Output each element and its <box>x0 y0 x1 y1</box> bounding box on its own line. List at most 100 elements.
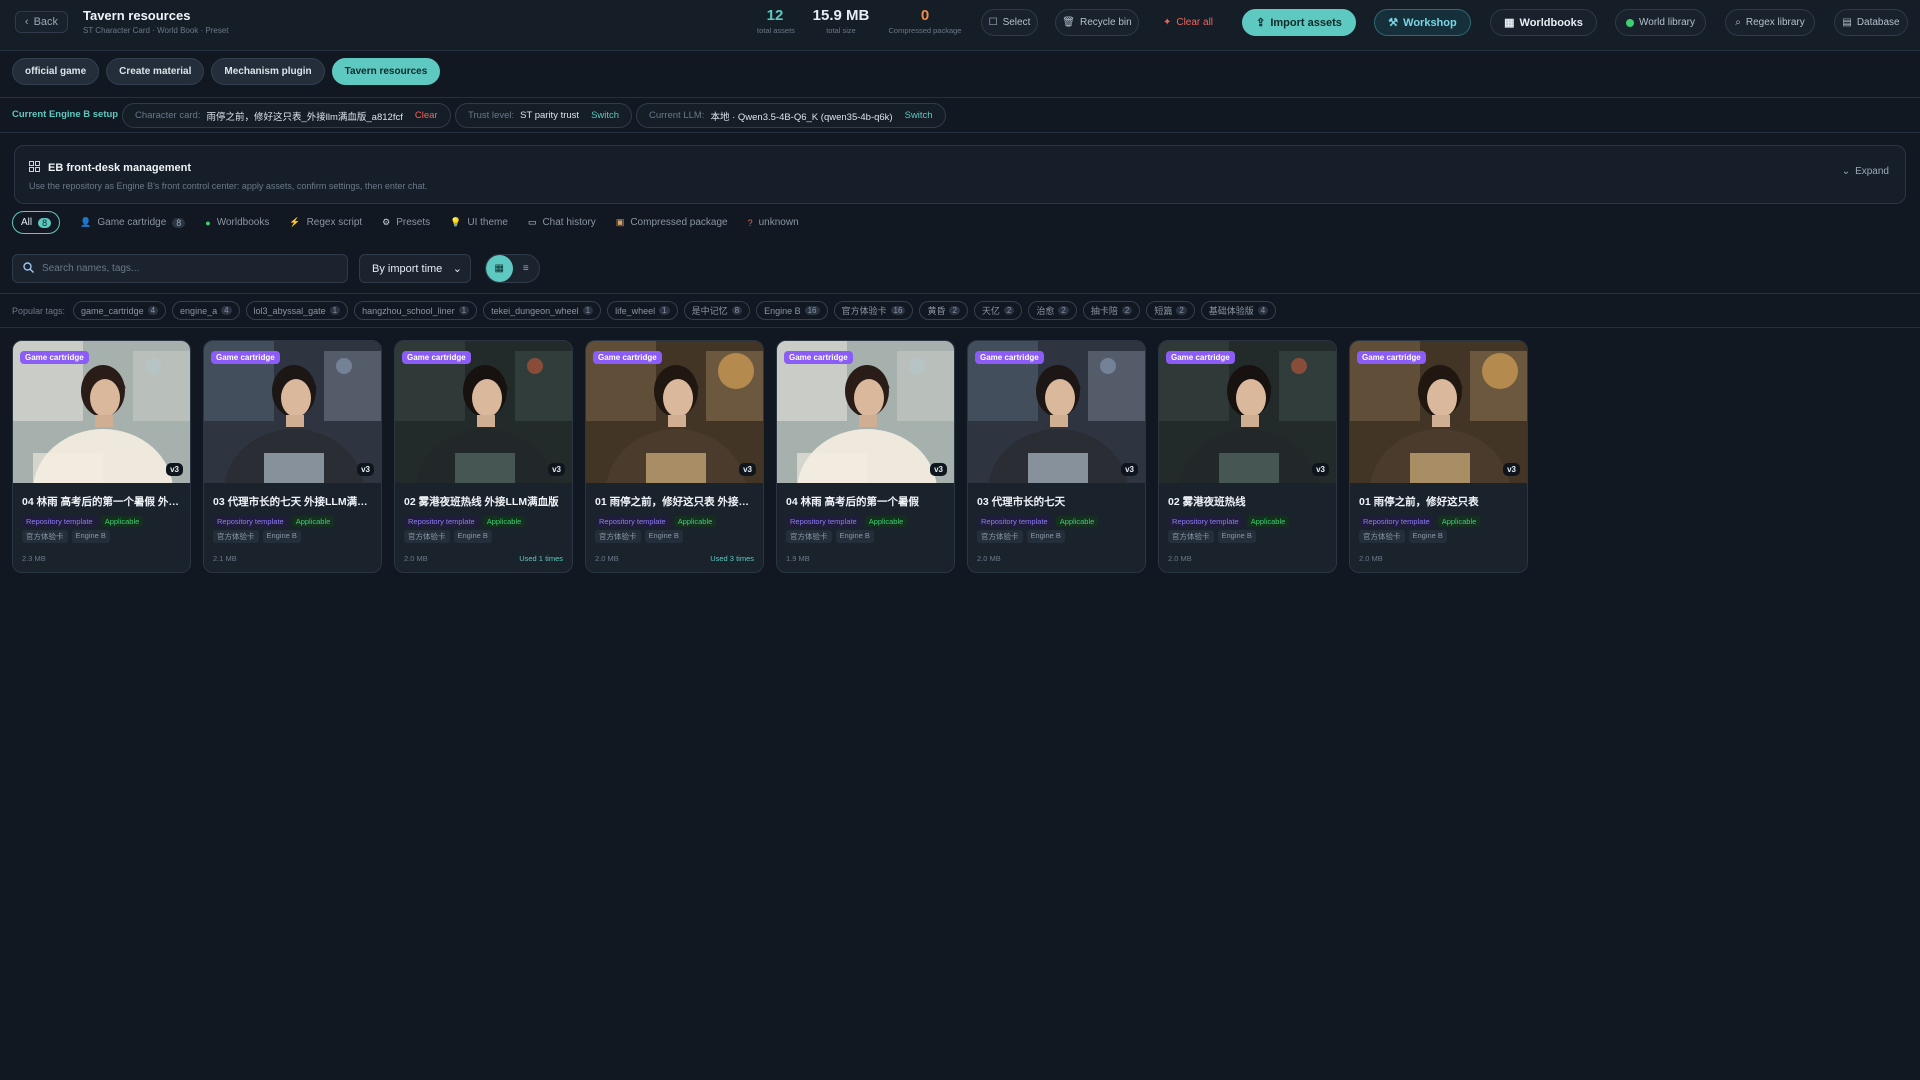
back-button[interactable]: ‹ Back <box>15 11 68 33</box>
switch-trust-button[interactable]: Switch <box>591 110 619 121</box>
select-button[interactable]: ☐ Select <box>981 9 1038 36</box>
database-icon: ▤ <box>1842 17 1852 28</box>
asset-card[interactable]: Game cartridge v3 03 代理市长的七天 Repository … <box>967 340 1146 573</box>
filter-regex-script[interactable]: ⚡ Regex script <box>289 217 362 228</box>
filter-game-cartridge[interactable]: 👤 Game cartridge 8 <box>80 217 186 228</box>
filter-worldbooks[interactable]: ● Worldbooks <box>205 217 269 228</box>
stat-total-assets: 12 total assets <box>757 7 795 35</box>
engine-chip: Engine B <box>1026 530 1065 543</box>
tag-count: 2 <box>1003 306 1015 315</box>
engine-setup-bar: Current Engine B setup Character card: 雨… <box>0 97 1920 133</box>
tag-name: 基础体验版 <box>1208 306 1254 316</box>
tag-chip[interactable]: 黄昏 2 <box>919 301 968 320</box>
dot-icon: ● <box>205 217 211 228</box>
tab-tavern-resources[interactable]: Tavern resources <box>331 58 441 85</box>
asset-card[interactable]: Game cartridge v3 01 雨停之前，修好这只表 Reposito… <box>1349 340 1528 573</box>
engine-chip: Engine B <box>1408 530 1447 543</box>
card-version-badge: v3 <box>1503 463 1520 476</box>
tag-chip[interactable]: 短篇 2 <box>1146 301 1195 320</box>
filter-count: 8 <box>38 217 52 228</box>
card-title: 03 代理市长的七天 外接LLM满血版 <box>213 496 373 508</box>
tab-mechanism-plugin[interactable]: Mechanism plugin <box>211 58 325 85</box>
asset-card[interactable]: Game cartridge v3 02 雾港夜班热线 外接LLM满血版 Rep… <box>394 340 573 573</box>
tab-official-game[interactable]: official game <box>12 58 100 85</box>
filter-presets[interactable]: ⚙ Presets <box>382 217 430 228</box>
section-tabs: official game Create material Mechanism … <box>12 58 441 85</box>
filter-compressed-package[interactable]: ▣ Compressed package <box>616 217 728 228</box>
card-version-badge: v3 <box>166 463 183 476</box>
filter-ui-theme[interactable]: 💡 UI theme <box>450 217 508 228</box>
asset-card[interactable]: Game cartridge v3 01 雨停之前，修好这只表 外接LLM满血版… <box>585 340 764 573</box>
list-view-icon[interactable]: ≡ <box>513 255 540 282</box>
asset-card[interactable]: Game cartridge v3 04 林雨 高考后的第一个暑假 外接LLM满… <box>12 340 191 573</box>
tag-chip[interactable]: 治愈 2 <box>1028 301 1077 320</box>
clear-all-button[interactable]: ✦ Clear all <box>1157 9 1219 36</box>
filter-unknown[interactable]: ? unknown <box>748 217 799 228</box>
title-block: Tavern resources ST Character Card · Wor… <box>83 8 229 35</box>
tag-chip[interactable]: 基础体验版 4 <box>1200 301 1277 320</box>
applicable-chip: Applicable <box>1055 516 1099 527</box>
tag-count: 2 <box>1176 306 1187 315</box>
tag-name: 黄昏 <box>927 306 946 316</box>
popular-tags: Popular tags: game_cartridge 4 engine_a 4 lo… <box>12 301 1277 320</box>
recycle-bin-button[interactable]: 🗑 Recycle bin <box>1055 9 1139 36</box>
tag-count: 16 <box>890 306 906 315</box>
tag-count: 2 <box>1058 306 1069 315</box>
official-chip: 官方体验卡 <box>1359 530 1405 543</box>
engine-chip: Engine B <box>644 530 683 543</box>
worldbooks-button[interactable]: ▦ Worldbooks <box>1490 9 1597 36</box>
card-version-badge: v3 <box>1312 463 1329 476</box>
switch-llm-button[interactable]: Switch <box>905 110 933 121</box>
applicable-chip: Applicable <box>864 516 908 527</box>
regex-library-button[interactable]: ⌕ Regex library <box>1725 9 1815 36</box>
import-assets-button[interactable]: ⇪ Import assets <box>1242 9 1356 36</box>
tag-chip[interactable]: 官方体验卡 16 <box>833 301 914 320</box>
template-chip: Repository template <box>977 516 1052 527</box>
card-thumbnail: Game cartridge v3 <box>13 341 190 483</box>
asset-card[interactable]: Game cartridge v3 04 林雨 高考后的第一个暑假 Reposi… <box>776 340 955 573</box>
card-usage: Used 1 times <box>519 554 563 563</box>
grid-view-icon[interactable]: ▦ <box>486 255 513 282</box>
tag-chip[interactable]: 抽卡陪 2 <box>1082 301 1141 320</box>
tag-name: Engine B <box>764 305 801 316</box>
tag-chip[interactable]: engine_a 4 <box>172 301 240 320</box>
card-title: 03 代理市长的七天 <box>977 496 1066 508</box>
tag-name: hangzhou_school_liner <box>362 305 455 316</box>
asset-card[interactable]: Game cartridge v3 02 雾港夜班热线 Repository t… <box>1158 340 1337 573</box>
clear-character-button[interactable]: Clear <box>415 110 438 121</box>
card-title: 04 林雨 高考后的第一个暑假 <box>786 496 920 508</box>
tag-chip[interactable]: life_wheel 1 <box>607 301 678 320</box>
tab-create-material[interactable]: Create material <box>106 58 205 85</box>
expand-button[interactable]: ⌄ Expand <box>1842 166 1889 177</box>
card-footer: 2.0 MB Used 1 times <box>404 554 563 563</box>
filter-chat-history[interactable]: ▭ Chat history <box>528 217 596 228</box>
card-type-badge: Game cartridge <box>593 351 662 364</box>
asset-card[interactable]: Game cartridge v3 03 代理市长的七天 外接LLM满血版 Re… <box>203 340 382 573</box>
tag-chip[interactable]: tekei_dungeon_wheel 1 <box>483 301 602 320</box>
applicable-chip: Applicable <box>291 516 335 527</box>
card-version-badge: v3 <box>548 463 565 476</box>
front-desk-title: EB front-desk management <box>29 161 191 175</box>
top-bar: ‹ Back Tavern resources ST Character Car… <box>0 0 1920 51</box>
filter-count: 8 <box>172 217 186 228</box>
card-version-badge: v3 <box>739 463 756 476</box>
sort-select[interactable]: By import time ⌄ <box>359 254 471 283</box>
search-input[interactable] <box>42 263 332 274</box>
tag-chip[interactable]: game_cartridge 4 <box>73 301 167 320</box>
world-library-button[interactable]: World library <box>1615 9 1706 36</box>
workshop-button[interactable]: ⚒ Workshop <box>1374 9 1471 36</box>
tag-chip[interactable]: 是中记忆 8 <box>683 301 751 320</box>
database-button[interactable]: ▤ Database <box>1834 9 1908 36</box>
tag-chip[interactable]: 天亿 2 <box>973 301 1023 320</box>
filter-label: Regex script <box>306 217 363 228</box>
tag-name: 天亿 <box>981 306 1000 316</box>
tag-count: 1 <box>582 306 594 315</box>
tag-chip[interactable]: Engine B 16 <box>756 301 828 320</box>
card-type-badge: Game cartridge <box>784 351 853 364</box>
select-label: Select <box>1002 17 1031 28</box>
filter-all[interactable]: All 8 <box>12 211 61 234</box>
tag-chip[interactable]: hangzhou_school_liner 1 <box>354 301 478 320</box>
tag-chip[interactable]: lol3_abyssal_gate 1 <box>245 301 349 320</box>
card-footer: 2.0 MB Used 3 times <box>595 554 754 563</box>
card-size: 2.0 MB <box>1168 554 1192 563</box>
